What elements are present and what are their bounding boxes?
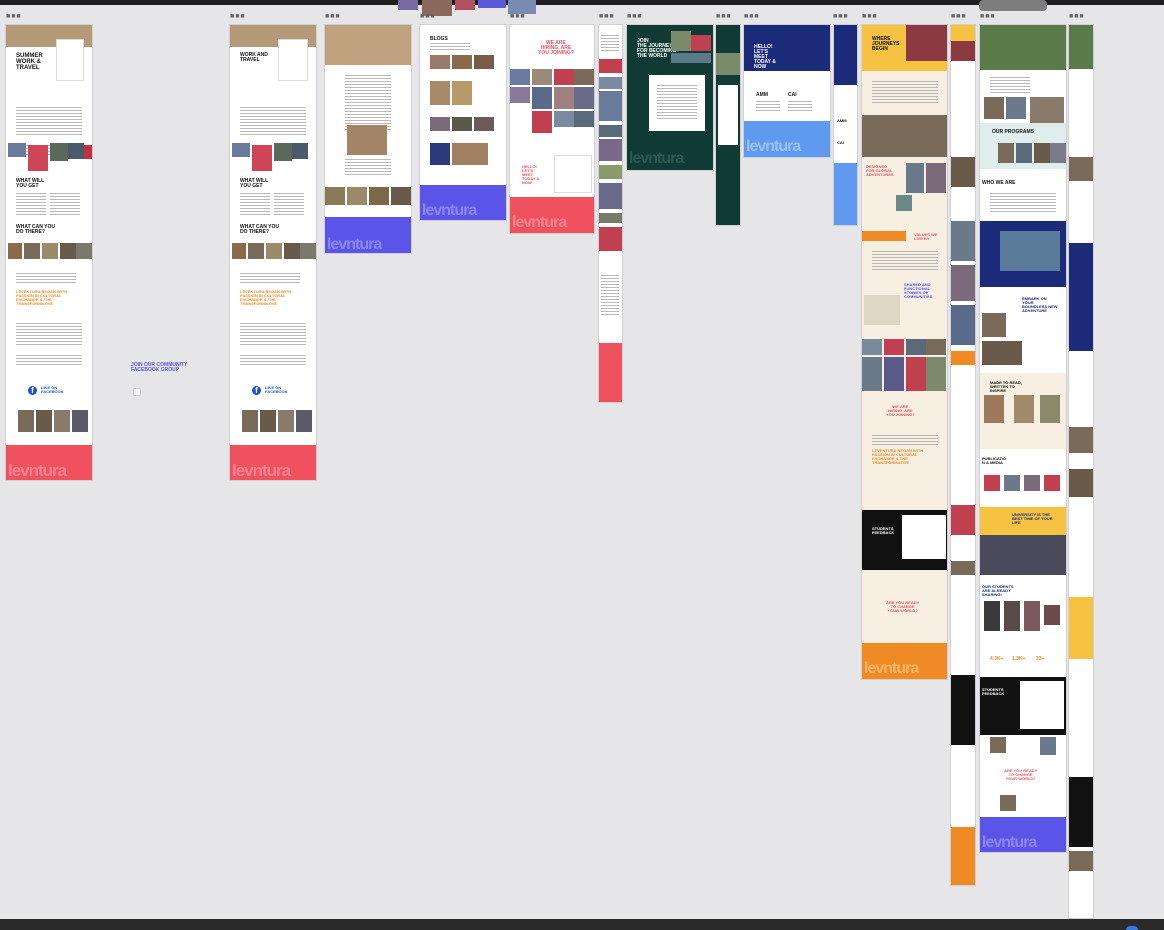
frame-join-journey[interactable]: JOIN THE JOURNEY FOR BECOMING THE WORLD … — [627, 25, 713, 170]
frame-label[interactable]: ■■■ — [599, 14, 614, 21]
section-title: WHAT WILL YOU GET — [240, 178, 269, 189]
checkbox[interactable] — [133, 388, 141, 396]
frame-mobile-contact[interactable]: AMM CAI — [834, 25, 857, 225]
frame-label[interactable]: ■■■ — [744, 14, 759, 21]
section-title: ARE YOU READY TO CHANGE YOUR WORLD? — [886, 600, 920, 613]
office-cai: CAI — [837, 140, 844, 145]
section-title: STUDENTS FEEDBACK — [872, 526, 895, 535]
hero-title: HELLO! LET'S MEET TODAY & NOW — [754, 44, 776, 70]
hero-title: SUMMER WORK & TRAVEL — [16, 53, 43, 71]
office-amm: AMM — [837, 118, 847, 123]
zoom-indicator[interactable] — [979, 0, 1047, 11]
section-title: OUR STUDENTS ARE ALREADY SHARING! — [982, 584, 1014, 597]
frame-label[interactable]: ■■■ — [980, 14, 995, 21]
facebook-link[interactable]: LIKE ON FACEBOOK — [41, 386, 64, 394]
frame-we-are-hiring[interactable]: WE ARE HIRING. ARE YOU JOINING? HELLO! L… — [510, 25, 594, 233]
frame-summer-work-travel[interactable]: SUMMER WORK & TRAVEL WHAT WILL YOU GET W… — [6, 25, 92, 480]
section-title: STUDENTS FEEDBACK — [982, 687, 1005, 696]
frame-blogs[interactable]: BLOGS levntura — [420, 25, 506, 220]
facebook-link[interactable]: LIKE ON FACEBOOK — [265, 386, 288, 394]
section-title: ARE YOU READY TO CHANGE YOUR WORLD? — [1004, 768, 1038, 781]
brand-logo: levntura — [746, 138, 801, 155]
frame-label[interactable]: ■■■ — [510, 14, 525, 21]
brand-logo: levntura — [864, 660, 919, 677]
brand-logo: levntura — [512, 214, 567, 231]
frame-contact[interactable]: HELLO! LET'S MEET TODAY & NOW AMM CAI le… — [744, 25, 830, 157]
office-amm: AMM — [756, 92, 768, 98]
frame-mobile-programs[interactable] — [1069, 25, 1093, 918]
section-title: SHARED AND FUNCTIONAL STORIES OF COMMUNI… — [904, 282, 933, 299]
footer — [599, 343, 622, 402]
section-title: LEVENTURA BEGAN WITH PASSION IN CULTURAL… — [16, 289, 68, 306]
stat-value: 1.3K+ — [1012, 656, 1026, 662]
hero-title: WORK AND TRAVEL — [240, 52, 268, 63]
section-title: UNIVERSITY IS THE BEST TIME OF YOUR LIFE — [1012, 512, 1053, 525]
frame-label[interactable]: ■■■ — [951, 14, 966, 21]
page-title: BLOGS — [430, 36, 448, 42]
section-title: WHAT WILL YOU GET — [16, 178, 45, 189]
hero-title: WHERE JOURNEYS BEGIN — [872, 36, 900, 52]
brand-logo: levntura — [327, 236, 382, 253]
frame-label[interactable]: ■■■ — [627, 14, 642, 21]
section-title: PUBLICATIO N & MEDIA — [982, 456, 1007, 465]
frame-label[interactable]: ■■■ — [325, 14, 340, 21]
frame-label[interactable]: ■■■ — [6, 14, 21, 21]
section-title: MADE TO READ, WRITTEN TO INSPIRE — [990, 380, 1022, 393]
frame-mobile-landing[interactable] — [599, 25, 622, 402]
brand-logo: levntura — [629, 150, 684, 167]
facebook-icon[interactable]: f — [28, 386, 37, 395]
frame-label[interactable]: ■■■ — [862, 14, 877, 21]
frame-programs[interactable]: OUR PROGRAMS WHO WE ARE EMBARK ON YOUR B… — [980, 25, 1066, 852]
frame-work-and-travel[interactable]: WORK AND TRAVEL WHAT WILL YOU GET WHAT C… — [230, 25, 316, 480]
section-title: WHO WE ARE — [982, 180, 1016, 186]
footer — [951, 827, 975, 885]
frame-label[interactable]: ■■■ — [716, 14, 731, 21]
brand-logo: levntura — [232, 461, 291, 480]
help-icon[interactable] — [1126, 926, 1138, 930]
brand-logo: levntura — [982, 834, 1037, 851]
facebook-icon[interactable]: f — [252, 386, 261, 395]
section-title: OUR PROGRAMS — [992, 129, 1034, 135]
frame-label[interactable]: ■■■ — [230, 14, 245, 21]
office-cai: CAI — [788, 92, 797, 98]
section-title: WHAT CAN YOU DO THERE? — [240, 224, 279, 235]
frame-label[interactable]: ■■■ — [833, 14, 848, 21]
section-title: VALUES WE LIVE BY — [914, 232, 938, 241]
section-title: DESIGNED FOR GLOBAL ADVENTURES — [866, 164, 894, 177]
frame-cultural-exchange[interactable]: levntura — [325, 25, 411, 253]
frame-mobile-dark[interactable] — [716, 25, 740, 225]
section-title: WHAT CAN YOU DO THERE? — [16, 224, 55, 235]
stat-value: 33+ — [1036, 656, 1045, 662]
frame-label[interactable]: ■■■ — [420, 14, 435, 21]
frame-label[interactable]: ■■■ — [1069, 14, 1084, 21]
brand-logo: levntura — [8, 461, 67, 480]
section-title: WE ARE HIRING. ARE YOU JOINING? — [886, 404, 915, 417]
section-title: LEVENTURA BEGAN WITH PASSION IN CULTURAL… — [240, 289, 292, 306]
community-link[interactable]: JOIN OUR COMMUNITY FACEBOOK GROUP — [131, 363, 187, 373]
frame-about[interactable]: WHERE JOURNEYS BEGIN DESIGNED FOR GLOBAL… — [862, 25, 947, 679]
footer — [834, 163, 857, 225]
status-bar — [0, 919, 1164, 930]
section-title: HELLO! LET'S MEET TODAY & NOW — [522, 164, 540, 185]
brand-logo: levntura — [422, 202, 477, 219]
stat-value: 4.3K+ — [990, 656, 1004, 662]
frame-mobile-about[interactable] — [951, 25, 975, 885]
section-title: EMBARK ON YOUR BOUNDLESS NEW ADVENTURE — [1022, 296, 1058, 313]
page-title: WE ARE HIRING. ARE YOU JOINING? — [538, 40, 574, 56]
section-title: LEVENTURA BEGAN WITH PASSION IN CULTURAL… — [872, 448, 924, 465]
